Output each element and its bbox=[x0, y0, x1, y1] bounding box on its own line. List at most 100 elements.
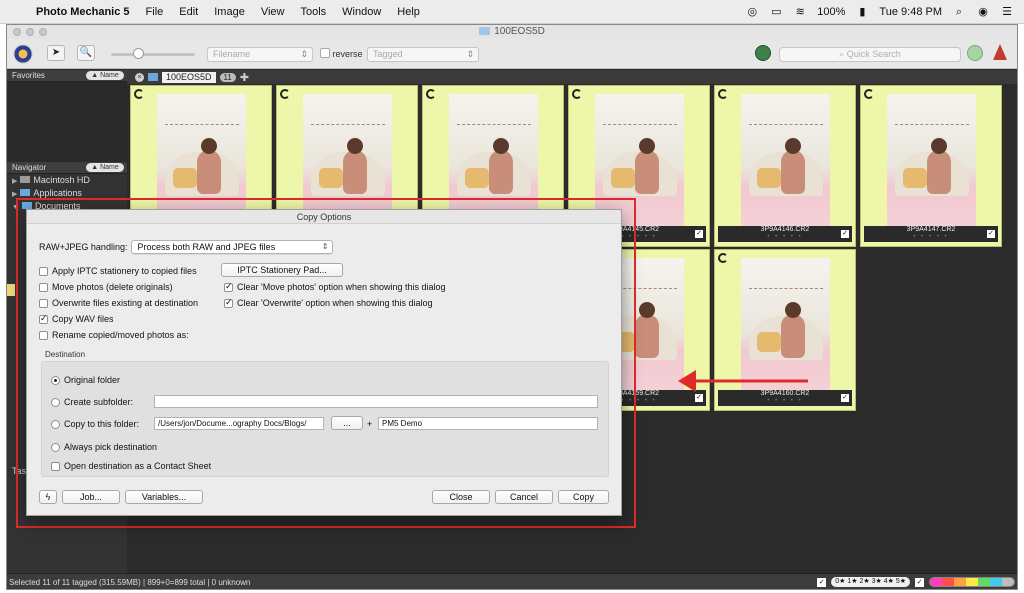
clear-move-checkbox[interactable] bbox=[224, 281, 233, 292]
navigator-sort-button[interactable]: ▲ Name bbox=[86, 163, 124, 172]
disclosure-triangle-icon[interactable]: ▶ bbox=[12, 191, 17, 198]
variables-button[interactable]: Variables... bbox=[125, 490, 203, 504]
battery-icon[interactable]: ▮ bbox=[855, 6, 869, 18]
filter-combo[interactable]: Tagged ⇕ bbox=[367, 47, 479, 62]
iptc-stationery-pad-button[interactable]: IPTC Stationery Pad... bbox=[221, 263, 343, 277]
copy-to-folder-radio[interactable] bbox=[51, 419, 60, 429]
spotlight-icon[interactable]: ⌕ bbox=[952, 6, 966, 18]
rename-checkbox[interactable] bbox=[39, 330, 48, 340]
overwrite-checkbox[interactable] bbox=[39, 298, 48, 308]
tagged-checkbox[interactable]: ✓ bbox=[841, 394, 849, 402]
rotate-icon[interactable] bbox=[718, 89, 728, 99]
wifi-icon[interactable]: ≋ bbox=[793, 6, 807, 18]
photo-image[interactable] bbox=[741, 94, 830, 227]
globe-icon[interactable] bbox=[755, 45, 771, 61]
color-filter-checkbox[interactable]: ✓ bbox=[915, 577, 924, 587]
copy-wav-row[interactable]: Copy WAV files bbox=[39, 313, 114, 324]
destination-path-field[interactable]: /Users/jon/Docume...ography Docs/Blogs/ bbox=[154, 417, 324, 430]
browse-folder-button[interactable]: ... bbox=[331, 416, 363, 430]
tagged-checkbox[interactable]: ✓ bbox=[695, 394, 703, 402]
rotate-icon[interactable] bbox=[718, 253, 728, 263]
move-photos-row[interactable]: Move photos (delete originals) bbox=[39, 282, 173, 292]
menu-view[interactable]: View bbox=[253, 6, 293, 18]
menu-tools[interactable]: Tools bbox=[292, 6, 334, 18]
sidebar-item-macintosh-hd[interactable]: ▶ Macintosh HD bbox=[7, 174, 127, 187]
create-subfolder-option[interactable]: Create subfolder: bbox=[51, 397, 133, 407]
apply-iptc-row[interactable]: Apply IPTC stationery to copied files bbox=[39, 266, 197, 276]
create-subfolder-radio[interactable] bbox=[51, 397, 60, 407]
job-button[interactable]: Job... bbox=[62, 490, 120, 504]
disc-icon[interactable] bbox=[967, 45, 983, 61]
rotate-icon[interactable] bbox=[134, 89, 144, 99]
clear-move-row[interactable]: Clear 'Move photos' option when showing … bbox=[224, 281, 446, 292]
rating-dots[interactable]: • • • • • bbox=[718, 398, 852, 405]
menu-image[interactable]: Image bbox=[206, 6, 253, 18]
raw-jpeg-popup[interactable]: Process both RAW and JPEG files ⇕ bbox=[131, 240, 334, 254]
minimize-window-button[interactable] bbox=[26, 28, 34, 36]
star-rating-filter[interactable]: 0★ 1★ 2★ 3★ 4★ 5★ bbox=[831, 577, 910, 587]
creative-cloud-icon[interactable]: ◎ bbox=[745, 6, 759, 18]
rotate-icon[interactable] bbox=[280, 89, 290, 99]
siri-icon[interactable]: ◉ bbox=[976, 6, 990, 18]
bird-icon[interactable] bbox=[993, 44, 1007, 60]
copy-button[interactable]: Copy bbox=[558, 490, 609, 504]
airplay-icon[interactable]: ▭ bbox=[769, 6, 783, 18]
select-tool-button[interactable]: ➤ bbox=[47, 45, 65, 61]
tagged-checkbox[interactable]: ✓ bbox=[987, 230, 995, 238]
tag-filter-checkbox[interactable]: ✓ bbox=[817, 577, 827, 587]
menu-help[interactable]: Help bbox=[389, 6, 428, 18]
original-folder-option[interactable]: Original folder bbox=[51, 375, 120, 385]
clear-overwrite-checkbox[interactable] bbox=[224, 297, 233, 308]
subfolder-name-field[interactable] bbox=[154, 395, 598, 408]
menu-app-name[interactable]: Photo Mechanic 5 bbox=[30, 6, 138, 18]
slider-knob[interactable] bbox=[133, 48, 144, 59]
close-window-button[interactable] bbox=[13, 28, 21, 36]
tab-100eos5d[interactable]: × 100EOS5D 11 ✚ bbox=[135, 71, 249, 84]
color-class-filter[interactable] bbox=[929, 577, 1015, 587]
tagged-checkbox[interactable]: ✓ bbox=[695, 230, 703, 238]
thumbnail-cell[interactable]: 3P9A4147.CR2 • • • • • ✓ bbox=[860, 85, 1002, 247]
close-button[interactable]: Close bbox=[432, 490, 490, 504]
menu-file[interactable]: File bbox=[138, 6, 172, 18]
apply-iptc-checkbox[interactable] bbox=[39, 266, 48, 276]
zoom-window-button[interactable] bbox=[39, 28, 47, 36]
lightning-button[interactable]: ϟ bbox=[39, 490, 57, 504]
menu-edit[interactable]: Edit bbox=[171, 6, 206, 18]
copy-to-folder-option[interactable]: Copy to this folder: bbox=[51, 419, 139, 429]
cancel-button[interactable]: Cancel bbox=[495, 490, 553, 504]
reverse-checkbox[interactable] bbox=[320, 48, 330, 58]
notification-center-icon[interactable]: ☰ bbox=[1000, 6, 1014, 18]
rotate-icon[interactable] bbox=[864, 89, 874, 99]
disclosure-triangle-icon[interactable]: ▶ bbox=[12, 178, 17, 185]
clock[interactable]: Tue 9:48 PM bbox=[879, 6, 942, 18]
original-folder-radio[interactable] bbox=[51, 375, 60, 385]
menu-window[interactable]: Window bbox=[334, 6, 389, 18]
folder-suffix-field[interactable]: PM5 Demo bbox=[378, 417, 598, 430]
close-tab-icon[interactable]: × bbox=[135, 72, 144, 82]
move-photos-checkbox[interactable] bbox=[39, 282, 48, 292]
rotate-icon[interactable] bbox=[572, 89, 582, 99]
copy-wav-checkbox[interactable] bbox=[39, 313, 48, 324]
photo-mechanic-logo-icon[interactable] bbox=[13, 44, 33, 64]
zoom-tool-button[interactable]: 🔍 bbox=[77, 45, 95, 61]
overwrite-row[interactable]: Overwrite files existing at destination bbox=[39, 298, 198, 308]
favorites-sort-button[interactable]: ▲ Name bbox=[86, 71, 124, 80]
add-tab-icon[interactable]: ✚ bbox=[240, 71, 249, 84]
reverse-option[interactable]: reverse bbox=[320, 48, 363, 59]
tagged-checkbox[interactable]: ✓ bbox=[841, 230, 849, 238]
open-contact-sheet-row[interactable]: Open destination as a Contact Sheet bbox=[51, 461, 211, 471]
sort-order-combo[interactable]: Filename ⇕ bbox=[207, 47, 313, 62]
open-contact-sheet-checkbox[interactable] bbox=[51, 461, 60, 471]
always-pick-radio[interactable] bbox=[51, 442, 60, 452]
thumbnail-cell[interactable]: 3P9A4146.CR2 • • • • • ✓ bbox=[714, 85, 856, 247]
clear-overwrite-row[interactable]: Clear 'Overwrite' option when showing th… bbox=[224, 297, 433, 308]
photo-image[interactable] bbox=[887, 94, 976, 227]
thumbnail-size-slider[interactable] bbox=[111, 53, 195, 56]
rotate-icon[interactable] bbox=[426, 89, 436, 99]
rating-dots[interactable]: • • • • • bbox=[864, 234, 998, 241]
rating-dots[interactable]: • • • • • bbox=[718, 234, 852, 241]
rename-row[interactable]: Rename copied/moved photos as: bbox=[39, 330, 189, 340]
quick-search-field[interactable]: ⌕ Quick Search bbox=[779, 47, 961, 62]
battery-percent[interactable]: 100% bbox=[817, 6, 845, 18]
always-pick-option[interactable]: Always pick destination bbox=[51, 442, 157, 452]
